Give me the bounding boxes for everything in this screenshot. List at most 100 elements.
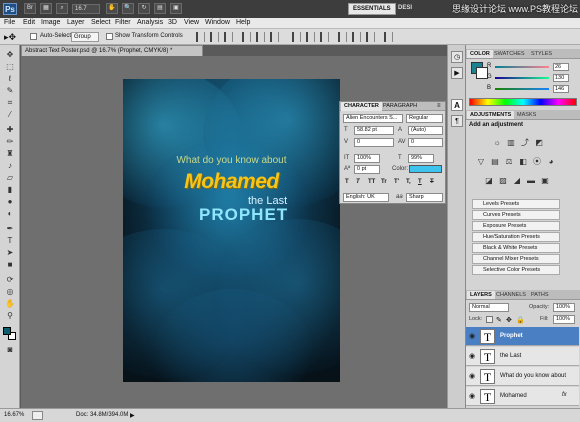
foreground-color-swatch[interactable] (3, 327, 11, 335)
view-extras-icon[interactable]: ▦ (40, 3, 52, 14)
rotate-view-icon[interactable]: ↻ (138, 3, 150, 14)
visibility-eye-icon[interactable]: ◉ (468, 392, 476, 400)
menu-filter[interactable]: Filter (115, 19, 131, 26)
brightness-icon[interactable]: ☼ (492, 138, 502, 147)
poster-canvas[interactable]: What do you know about Mohamed the Last … (123, 79, 340, 382)
threshold-icon[interactable]: ◢ (512, 176, 522, 185)
invert-icon[interactable]: ◪ (484, 176, 494, 185)
eraser-tool-icon[interactable]: ▱ (4, 173, 16, 183)
layer-row[interactable]: ◉ T Mohamed fx (466, 387, 579, 406)
horizontal-scale-field[interactable]: 99% (408, 154, 434, 163)
layer-row[interactable]: ◉ T Prophet (466, 327, 579, 346)
vertical-scale-field[interactable]: 100% (354, 154, 380, 163)
vibrance-icon[interactable]: ▽ (476, 157, 486, 166)
status-zoom[interactable]: 16.67% (4, 412, 24, 418)
menu-edit[interactable]: Edit (23, 19, 35, 26)
lock-position-icon[interactable]: ✥ (506, 316, 512, 324)
brush-tool-icon[interactable]: ✏ (4, 137, 16, 147)
menu-3d[interactable]: 3D (168, 19, 177, 26)
dodge-tool-icon[interactable]: ◐ (4, 209, 16, 219)
shape-tool-icon[interactable]: ■ (4, 260, 16, 270)
distribute-right-icon[interactable] (366, 32, 375, 42)
auto-align-icon[interactable] (384, 32, 393, 42)
align-bottom-icon[interactable] (224, 32, 233, 42)
preset-black-white[interactable]: Black & White Presets (472, 243, 560, 253)
lock-pixels-icon[interactable]: ✎ (496, 316, 502, 324)
layer-effects-icon[interactable]: fx (562, 392, 567, 398)
type-tool-icon[interactable]: T (4, 236, 16, 246)
visibility-eye-icon[interactable]: ◉ (468, 352, 476, 360)
healing-tool-icon[interactable]: ✚ (4, 125, 16, 135)
tracking-field[interactable]: 0 (408, 138, 443, 147)
language-dropdown[interactable]: English: UK (343, 193, 389, 202)
tab-masks[interactable]: MASKS (514, 111, 539, 119)
distribute-vcenter-icon[interactable] (306, 32, 315, 42)
tab-styles[interactable]: STYLES (528, 50, 555, 58)
blur-tool-icon[interactable]: ● (4, 197, 16, 207)
menu-file[interactable]: File (4, 19, 15, 26)
menu-window[interactable]: Window (205, 19, 230, 26)
workspace-essentials[interactable]: ESSENTIALS (348, 3, 396, 15)
path-select-tool-icon[interactable]: ➤ (4, 248, 16, 258)
tab-paragraph[interactable]: PARAGRAPH (380, 102, 420, 111)
kerning-field[interactable]: 0 (354, 138, 394, 147)
tab-layers[interactable]: LAYERS (467, 291, 495, 299)
quick-select-tool-icon[interactable]: ✎ (4, 86, 16, 96)
fill-field[interactable]: 100% (553, 315, 575, 324)
lock-transparent-icon[interactable] (486, 316, 493, 323)
color-spectrum-bar[interactable] (469, 98, 577, 106)
bridge-icon[interactable]: Br (24, 3, 36, 14)
exposure-icon[interactable]: ◩ (534, 138, 544, 147)
lasso-tool-icon[interactable]: ℓ (4, 74, 16, 84)
align-top-icon[interactable] (196, 32, 205, 42)
preset-exposure[interactable]: Exposure Presets (472, 221, 560, 231)
crop-tool-icon[interactable]: ⌗ (4, 98, 16, 108)
antialias-dropdown[interactable]: Sharp (406, 193, 443, 202)
distribute-bottom-icon[interactable] (320, 32, 329, 42)
zoom-level-icon[interactable]: ⌕ (56, 3, 68, 14)
posterize-icon[interactable]: ▨ (498, 176, 508, 185)
superscript-button[interactable]: T' (394, 179, 399, 185)
paragraph-panel-icon[interactable]: ¶ (451, 115, 463, 127)
marquee-tool-icon[interactable]: ⬚ (4, 62, 16, 72)
opacity-field[interactable]: 100% (553, 303, 575, 312)
quick-mask-icon[interactable]: ◙ (4, 345, 16, 355)
actions-panel-icon[interactable]: ▶ (451, 67, 463, 79)
channel-mixer-icon[interactable]: ◕ (546, 157, 556, 166)
preset-hue-saturation[interactable]: Hue/Saturation Presets (472, 232, 560, 242)
tab-paths[interactable]: PATHS (528, 291, 552, 299)
hue-saturation-icon[interactable]: ▤ (490, 157, 500, 166)
menu-help[interactable]: Help (236, 19, 250, 26)
tab-channels[interactable]: CHANNELS (493, 291, 529, 299)
menu-select[interactable]: Select (91, 19, 110, 26)
show-transform-checkbox[interactable] (106, 33, 113, 40)
workspace-design[interactable]: DESI (394, 3, 416, 15)
leading-field[interactable]: (Auto) (408, 126, 443, 135)
red-slider[interactable] (495, 66, 549, 68)
photo-filter-icon[interactable]: ⦿ (532, 157, 542, 166)
distribute-left-icon[interactable] (338, 32, 347, 42)
distribute-top-icon[interactable] (292, 32, 301, 42)
menu-view[interactable]: View (184, 19, 199, 26)
status-menu-arrow-icon[interactable]: ▶ (130, 412, 138, 419)
blend-mode-dropdown[interactable]: Normal (469, 303, 509, 312)
levels-icon[interactable]: ▥ (506, 138, 516, 147)
preset-curves[interactable]: Curves Presets (472, 210, 560, 220)
history-brush-tool-icon[interactable]: ♪ (4, 161, 16, 171)
3d-rotate-tool-icon[interactable]: ⟳ (4, 275, 16, 285)
stamp-tool-icon[interactable]: ♜ (4, 149, 16, 159)
green-value[interactable]: 130 (553, 74, 569, 82)
move-tool-icon[interactable]: ✥ (4, 50, 16, 60)
gradient-tool-icon[interactable]: ▮ (4, 185, 16, 195)
preset-selective-color[interactable]: Selective Color Presets (472, 265, 560, 275)
gradient-map-icon[interactable]: ▬ (526, 176, 536, 185)
distribute-hcenter-icon[interactable] (352, 32, 361, 42)
align-vcenter-icon[interactable] (210, 32, 219, 42)
eyedropper-tool-icon[interactable]: ⁄ (4, 110, 16, 120)
red-value[interactable]: 26 (553, 63, 569, 71)
tab-swatches[interactable]: SWATCHES (491, 50, 528, 58)
hand-tool-icon-2[interactable]: ✋ (4, 299, 16, 309)
tab-character[interactable]: CHARACTER (341, 102, 382, 111)
menu-layer[interactable]: Layer (67, 19, 85, 26)
tab-color[interactable]: COLOR (467, 50, 493, 58)
